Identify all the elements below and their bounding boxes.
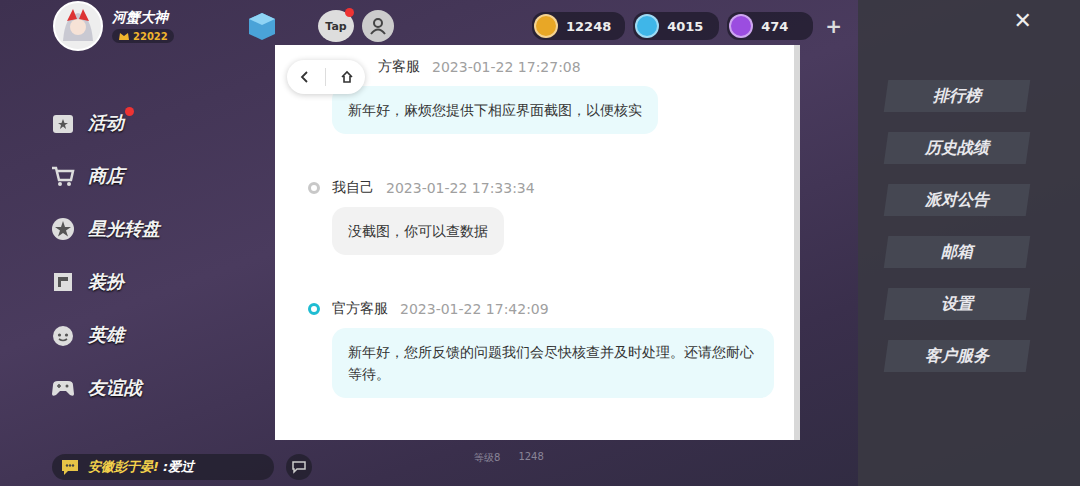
side-button[interactable]: 设置 <box>884 288 1030 320</box>
message: 我自己 2023-01-22 17:33:34 没截图，你可以查数据 <box>308 178 780 255</box>
crown-icon <box>118 30 130 42</box>
scrollbar[interactable] <box>794 45 800 440</box>
chat-bubble-icon <box>60 458 80 476</box>
gem-icon <box>635 14 659 38</box>
message-time: 2023-01-22 17:33:34 <box>386 180 535 196</box>
expand-icon <box>291 459 307 475</box>
menu-label: 商店 <box>88 164 124 188</box>
chat-expand-button[interactable] <box>286 454 312 480</box>
face-icon <box>50 322 76 348</box>
notification-badge <box>125 107 134 116</box>
back-button[interactable] <box>290 62 320 92</box>
score-text: 1248 <box>518 451 543 465</box>
side-button[interactable]: 派对公告 <box>884 184 1030 216</box>
menu-label: 星光转盘 <box>88 217 160 241</box>
message-sender: 官方客服 <box>332 300 388 318</box>
back-arrow-icon <box>298 70 312 84</box>
nav-pill <box>287 60 365 94</box>
message-bubble: 新年好，您所反馈的问题我们会尽快核查并及时处理。还请您耐心等待。 <box>332 328 774 398</box>
menu-item[interactable]: 商店 <box>50 158 136 194</box>
currency-amount: 12248 <box>566 19 611 34</box>
avatar-icon[interactable] <box>52 0 104 52</box>
cube-icon[interactable] <box>244 8 280 44</box>
home-button[interactable] <box>332 62 362 92</box>
message-time: 2023-01-22 17:42:09 <box>400 301 549 317</box>
message-list: 方客服 2023-01-22 17:27:08 新年好，麻烦您提供下相应界面截图… <box>275 45 800 398</box>
cart-icon <box>50 163 76 189</box>
side-button[interactable]: 客户服务 <box>884 340 1030 372</box>
calendar-icon <box>50 110 76 136</box>
menu-label: 友谊战 <box>88 376 142 400</box>
side-button-label: 排行榜 <box>933 86 981 107</box>
pad-icon <box>50 375 76 401</box>
star-icon <box>50 216 76 242</box>
currency-pill: 12248 <box>532 12 625 40</box>
message: 方客服 2023-01-22 17:27:08 新年好，麻烦您提供下相应界面截图… <box>308 57 780 134</box>
person-icon <box>368 16 388 36</box>
side-button[interactable]: 历史战绩 <box>884 132 1030 164</box>
menu-label: 英雄 <box>88 323 124 347</box>
currency-pill: 474 <box>727 12 813 40</box>
home-icon <box>340 70 354 84</box>
menu-item[interactable]: 装扮 <box>50 264 136 300</box>
side-button-label: 派对公告 <box>925 190 989 211</box>
chat-message: :爱过 <box>163 458 194 476</box>
side-button-label: 客户服务 <box>925 346 989 367</box>
message: 官方客服 2023-01-22 17:42:09 新年好，您所反馈的问题我们会尽… <box>308 299 780 398</box>
player-name: 河蟹大神 <box>112 9 222 27</box>
side-button-label: 历史战绩 <box>925 138 989 159</box>
token-icon <box>729 14 753 38</box>
currency-amount: 474 <box>761 19 788 34</box>
hidden-info: 等级8 1248 <box>474 451 544 465</box>
message-bubble: 新年好，麻烦您提供下相应界面截图，以便核实 <box>332 86 658 134</box>
world-chat[interactable]: 安徽彭于晏!:爱过 <box>52 454 274 480</box>
side-button-label: 设置 <box>941 294 973 315</box>
message-bubble: 没截图，你可以查数据 <box>332 207 504 255</box>
timeline-dot <box>308 303 320 315</box>
message-sender: 我自己 <box>332 179 374 197</box>
side-button[interactable]: 邮箱 <box>884 236 1030 268</box>
bottom-bar: 安徽彭于晏!:爱过 等级8 1248 <box>0 448 858 486</box>
menu-label: 装扮 <box>88 270 124 294</box>
side-button[interactable]: 排行榜 <box>884 80 1030 112</box>
side-panel: ✕ 排行榜历史战绩派对公告邮箱设置客户服务 <box>858 0 1080 486</box>
message-time: 2023-01-22 17:27:08 <box>432 59 581 75</box>
game-screen: 河蟹大神 22022 Tap 12248 4015 474 + 活动 商店 星光… <box>0 0 1080 486</box>
shirt-icon <box>50 269 76 295</box>
currency-pill: 4015 <box>633 12 719 40</box>
side-button-label: 邮箱 <box>941 242 973 263</box>
player-info: 河蟹大神 22022 <box>112 9 222 43</box>
message-sender: 方客服 <box>378 58 420 76</box>
currency-amount: 4015 <box>667 19 703 34</box>
level-text: 等级8 <box>474 451 500 465</box>
player-level: 22022 <box>112 29 174 43</box>
menu-item[interactable]: 活动 <box>50 105 136 141</box>
menu-label: 活动 <box>88 111 124 135</box>
tap-button[interactable]: Tap <box>318 10 354 42</box>
add-currency-button[interactable]: + <box>821 14 846 38</box>
timeline-dot <box>308 182 320 194</box>
menu-item[interactable]: 友谊战 <box>50 370 154 406</box>
menu-item[interactable]: 星光转盘 <box>50 211 172 247</box>
menu-item[interactable]: 英雄 <box>50 317 136 353</box>
friends-button[interactable] <box>362 10 394 42</box>
tap-label: Tap <box>325 20 346 33</box>
close-button[interactable]: ✕ <box>1014 8 1032 36</box>
chat-sender: 安徽彭于晏! <box>88 458 159 476</box>
notification-badge <box>345 8 354 17</box>
coin-icon <box>534 14 558 38</box>
customer-service-dialog: 方客服 2023-01-22 17:27:08 新年好，麻烦您提供下相应界面截图… <box>275 45 800 440</box>
